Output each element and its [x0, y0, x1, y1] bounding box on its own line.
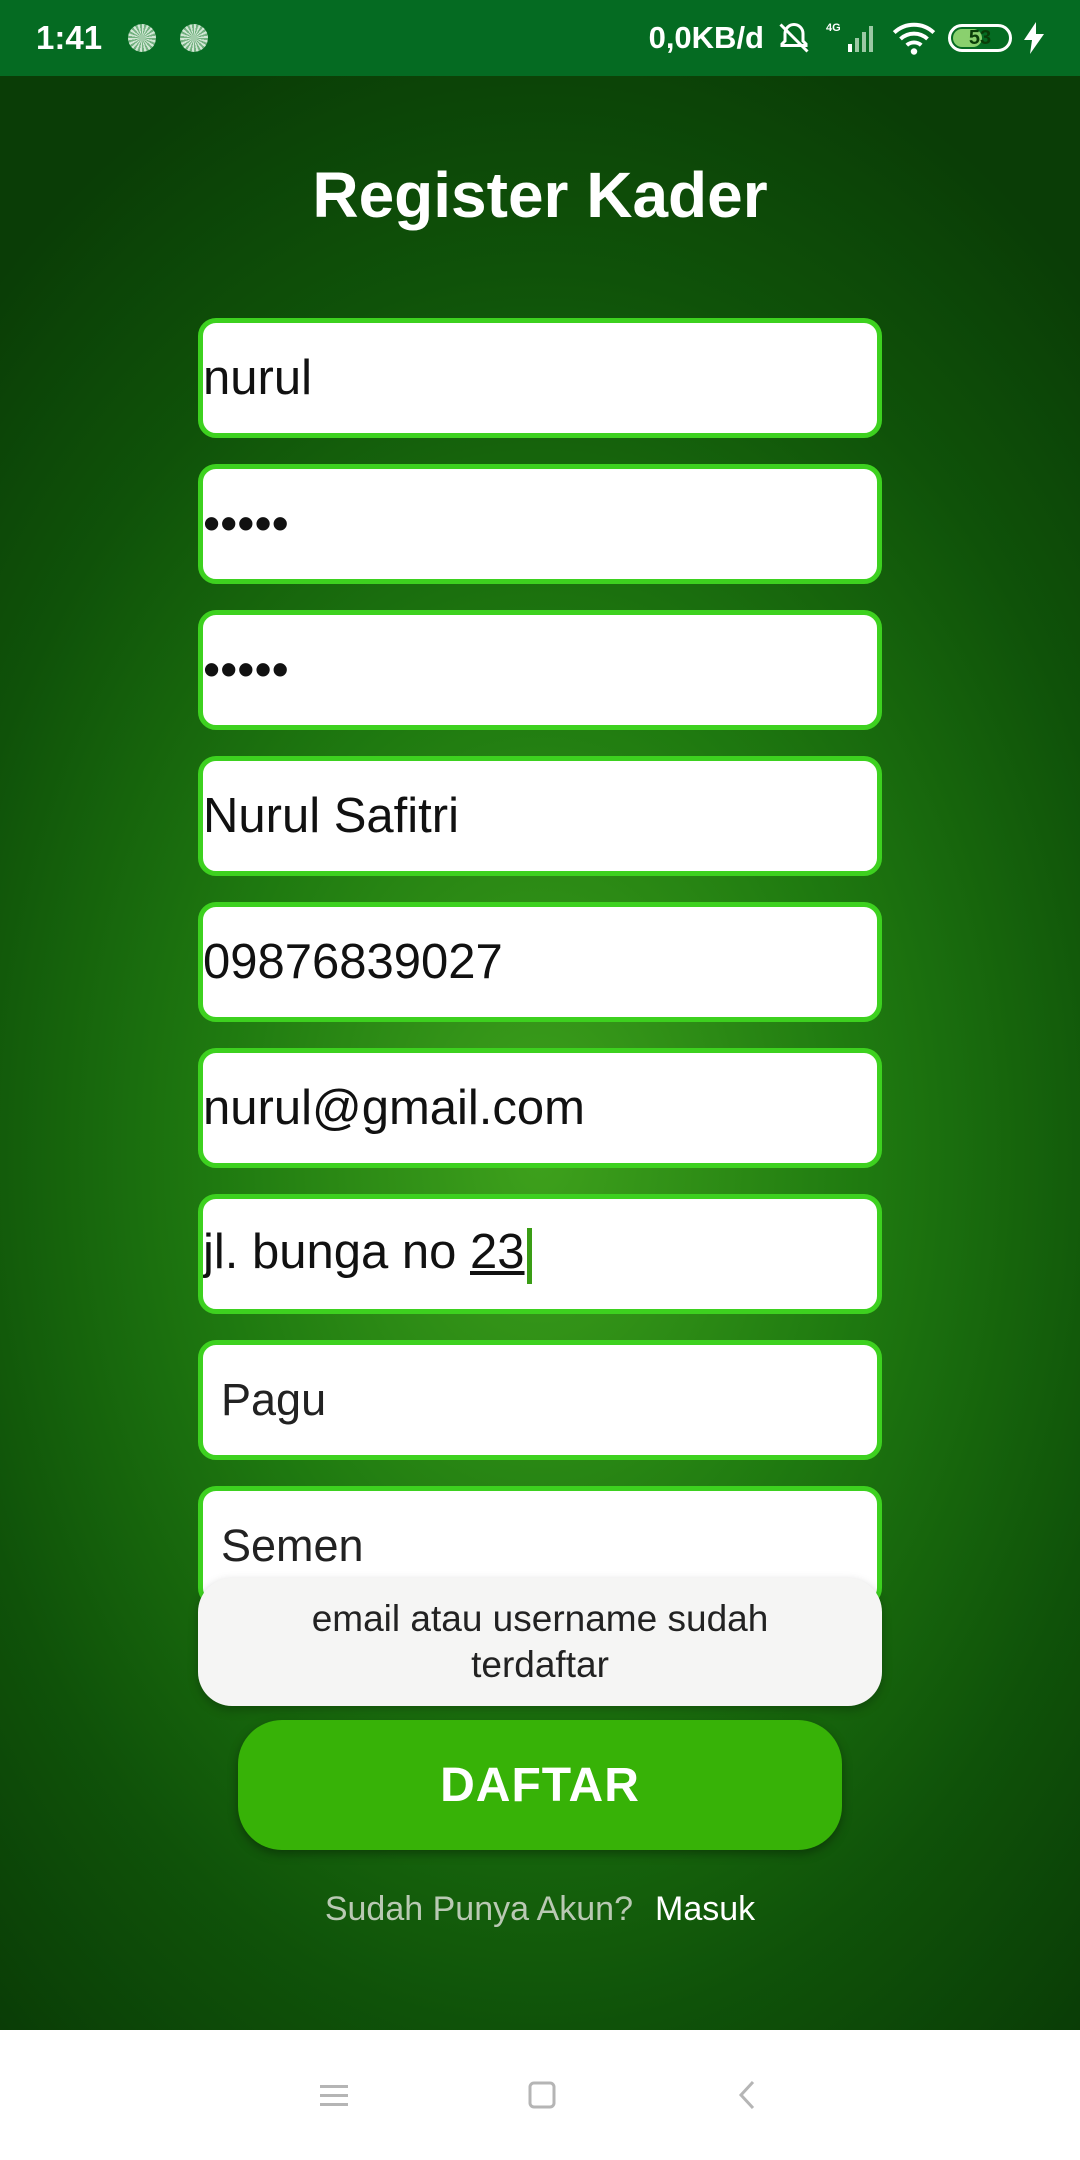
password-value: ••••• — [203, 497, 289, 551]
email-field[interactable]: nurul@gmail.com — [198, 1048, 882, 1168]
charging-icon — [1024, 22, 1044, 54]
phone-field[interactable]: 09876839027 — [198, 902, 882, 1022]
status-time: 1:41 — [36, 19, 103, 56]
password-field[interactable]: ••••• — [198, 464, 882, 584]
address-suffix: 23 — [470, 1225, 525, 1280]
menu-icon[interactable] — [317, 2080, 351, 2110]
address-prefix: jl. bunga no — [203, 1225, 470, 1280]
text-caret — [526, 1227, 532, 1284]
bell-off-icon — [779, 22, 809, 53]
network-type: 4G — [826, 22, 841, 34]
village-placeholder: Pagu — [221, 1374, 327, 1425]
confirm-password-value: ••••• — [203, 643, 289, 697]
login-link[interactable]: Masuk — [655, 1890, 755, 1928]
loading-icon — [128, 24, 157, 52]
status-bar: 1:41 0,0KB/d 4G 53 — [0, 0, 1080, 76]
phone-value: 09876839027 — [203, 935, 503, 989]
page-title: Register Kader — [312, 159, 768, 231]
full-name-field[interactable]: Nurul Safitri — [198, 756, 882, 876]
wifi-icon — [892, 22, 936, 55]
signal-icon: 4G — [826, 22, 873, 52]
address-field[interactable]: jl. bunga no 23 — [198, 1194, 882, 1314]
register-screen: Register Kader nurul ••••• ••••• Nurul S… — [0, 76, 1080, 2030]
full-name-value: Nurul Safitri — [203, 789, 459, 843]
toast-message: email atau username sudah terdaftar — [198, 1578, 882, 1706]
back-icon[interactable] — [733, 2078, 763, 2112]
login-question: Sudah Punya Akun? — [324, 1890, 633, 1928]
district-placeholder: Semen — [221, 1520, 364, 1571]
login-prompt: Sudah Punya Akun? Masuk — [0, 1890, 1080, 1929]
confirm-password-field[interactable]: ••••• — [198, 610, 882, 730]
address-value: jl. bunga no 23 — [203, 1224, 532, 1284]
loading-icon — [180, 24, 209, 52]
email-value: nurul@gmail.com — [203, 1081, 585, 1135]
navigation-bar — [0, 2030, 1080, 2160]
home-icon[interactable] — [525, 2078, 559, 2112]
battery-level: 53 — [968, 26, 992, 49]
register-button[interactable]: DAFTAR — [238, 1720, 842, 1850]
network-speed: 0,0KB/d — [648, 20, 764, 55]
username-field[interactable]: nurul — [198, 318, 882, 438]
village-field[interactable]: Pagu — [198, 1340, 882, 1460]
username-value: nurul — [203, 351, 312, 405]
battery-icon: 53 — [948, 24, 1012, 52]
